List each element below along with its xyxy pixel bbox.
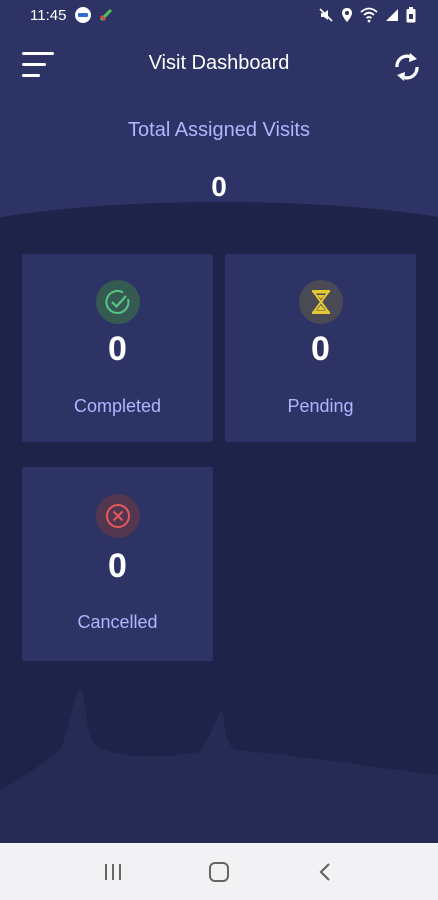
recent-apps-button[interactable] xyxy=(93,852,133,892)
battery-icon xyxy=(406,7,416,23)
refresh-icon xyxy=(395,53,419,81)
hourglass-icon xyxy=(311,290,330,314)
pending-card[interactable]: 0 Pending xyxy=(225,254,416,442)
location-icon xyxy=(342,8,352,22)
home-button[interactable] xyxy=(199,852,239,892)
signal-icon xyxy=(386,9,398,21)
app-screen: 11:45 Visit Dashboard Total Assigned Vis… xyxy=(0,0,438,900)
completed-label: Completed xyxy=(73,396,162,416)
check-circle-icon xyxy=(104,289,129,314)
total-visits-label: Total Assigned Visits xyxy=(128,119,310,141)
recent-apps-icon xyxy=(105,863,121,880)
pending-label: Pending xyxy=(287,396,354,416)
status-time: 11:45 xyxy=(30,6,67,24)
cancelled-card[interactable]: 0 Cancelled xyxy=(22,467,213,661)
completed-count: 0 xyxy=(108,330,127,368)
background-splash-decoration xyxy=(0,688,438,845)
back-button[interactable] xyxy=(305,852,345,892)
status-bar: 11:45 xyxy=(0,0,438,30)
system-nav-bar xyxy=(0,843,438,900)
cancelled-label: Cancelled xyxy=(77,612,158,632)
header: Visit Dashboard Total Assigned Visits 0 xyxy=(0,30,438,230)
cancelled-badge xyxy=(95,494,140,538)
home-icon xyxy=(209,861,229,882)
pending-badge xyxy=(298,280,343,324)
page-title: Visit Dashboard xyxy=(148,52,290,74)
notification-sync-icon xyxy=(98,7,114,23)
refresh-button[interactable] xyxy=(392,50,422,84)
total-visits-value: 0 xyxy=(211,171,227,202)
back-icon xyxy=(319,862,330,881)
mute-icon xyxy=(319,8,333,22)
completed-badge xyxy=(95,280,140,324)
x-circle-icon xyxy=(105,504,130,528)
cancelled-count: 0 xyxy=(108,547,127,585)
pending-count: 0 xyxy=(311,330,330,368)
completed-card[interactable]: 0 Completed xyxy=(22,254,213,442)
wifi-icon xyxy=(360,7,378,23)
notification-app-icon xyxy=(74,6,92,24)
status-icons xyxy=(318,7,416,23)
